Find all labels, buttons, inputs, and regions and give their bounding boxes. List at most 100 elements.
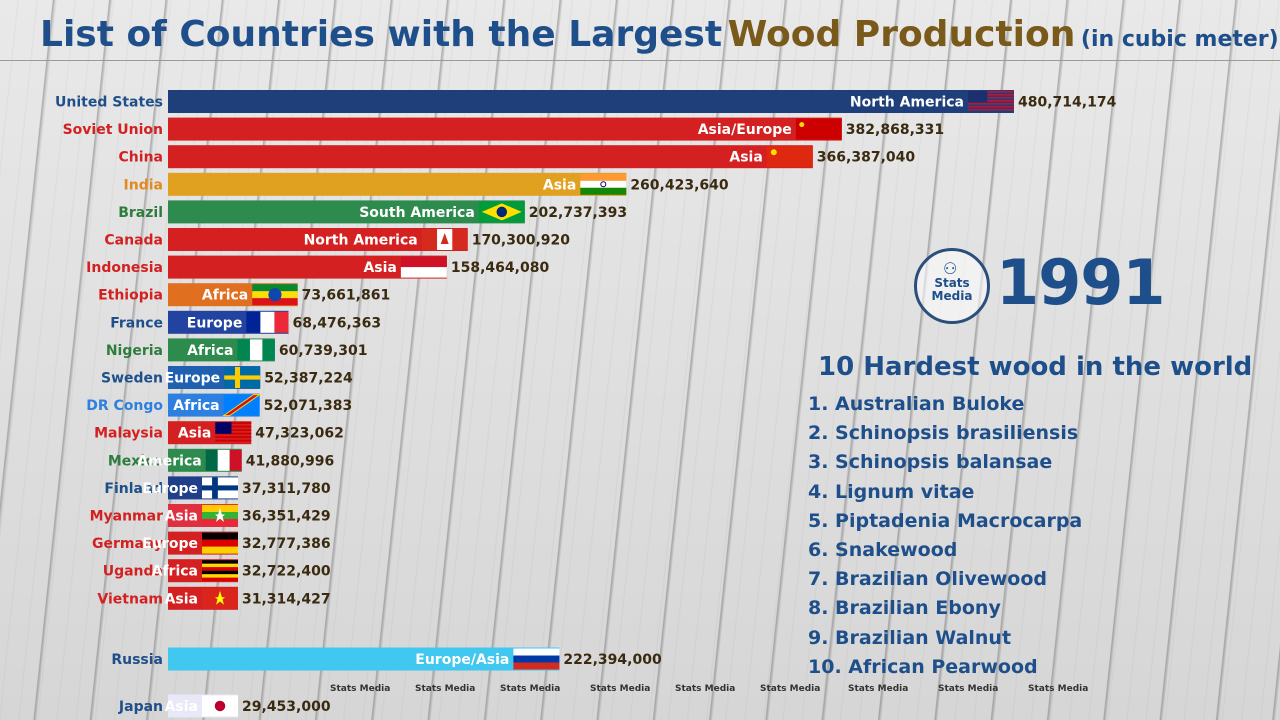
flag-part <box>496 206 508 218</box>
country-label: Vietnam <box>97 591 163 607</box>
bar-group: Sweden Europe 52,387,224 <box>101 366 353 389</box>
country-label: India <box>124 177 163 193</box>
list-item: 9. Brazilian Walnut <box>808 626 1012 649</box>
value-label: 29,453,000 <box>242 699 331 715</box>
region-label: North America <box>304 233 418 249</box>
bar-group: France Europe 68,476,363 <box>110 310 382 334</box>
flag-part <box>215 439 252 442</box>
value-label: 52,071,383 <box>264 398 353 414</box>
region-label: America <box>137 453 201 469</box>
flag-part <box>202 546 238 554</box>
watermark-text: Stats Media <box>415 684 476 694</box>
flag-part <box>400 256 447 268</box>
country-label: Canada <box>104 233 163 249</box>
bar-group: MexicoAmerica 41,880,996 <box>108 448 335 472</box>
region-label: South America <box>359 205 475 221</box>
country-label: Soviet Union <box>63 122 163 138</box>
value-label: 202,737,393 <box>529 205 627 221</box>
country-label: Ethiopia <box>98 288 163 304</box>
bar-group: Indonesia Asia 158,464,080 <box>86 255 549 279</box>
flag-part <box>202 574 238 578</box>
bar-group: Myanmar Asia 36,351,429 <box>90 504 331 527</box>
flag-part <box>274 311 289 333</box>
list-item: 1. Australian Buloke <box>808 393 1025 415</box>
region-label: Asia <box>729 150 762 166</box>
watermark-text: Stats Media <box>500 684 561 694</box>
country-label: Japan <box>118 699 163 715</box>
watermark-text: Stats Media <box>590 684 651 694</box>
bar-group: Malaysia Asia 47,323,062 <box>94 421 344 445</box>
region-label: Africa <box>202 288 248 304</box>
watermark-text: Stats Media <box>675 684 736 694</box>
bar-group: Vietnam Asia 31,314,427 <box>97 586 331 610</box>
bar <box>168 145 813 169</box>
flag-part <box>968 91 988 103</box>
region-label: Africa <box>187 343 233 359</box>
flag-part <box>202 570 238 575</box>
flag-part <box>580 187 627 195</box>
flag-part <box>968 103 1014 105</box>
flag-part <box>452 229 468 250</box>
value-label: 32,777,386 <box>242 536 331 552</box>
region-label: Africa <box>152 564 198 580</box>
region-label: Europe <box>142 536 198 552</box>
flag-part <box>215 436 252 438</box>
value-label: 170,300,920 <box>472 233 571 249</box>
region-label: Europe <box>165 371 221 387</box>
value-label: 382,868,331 <box>846 122 944 138</box>
region-label: Asia/Europe <box>698 122 792 138</box>
list-item: 2. Schinopsis brasiliensis <box>808 422 1079 445</box>
region-label: Europe <box>142 481 198 497</box>
hardest-woods-title: 10 Hardest wood in the world <box>818 352 1253 382</box>
flag-part <box>202 563 238 568</box>
watermark-text: Stats Media <box>1028 684 1089 694</box>
bar-group: United States North America 480,714,174 <box>55 90 1117 113</box>
flag-part <box>421 229 438 250</box>
country-label: DR Congo <box>86 398 163 414</box>
country-label: Malaysia <box>94 426 163 442</box>
value-label: 52,387,224 <box>264 371 353 387</box>
value-label: 73,661,861 <box>302 288 391 304</box>
flag-part <box>249 339 263 361</box>
flag-part <box>262 339 275 361</box>
country-label: China <box>119 150 163 166</box>
bar-group: Japan Asia 29,453,000 <box>118 694 331 718</box>
region-label: Europe/Asia <box>415 652 509 668</box>
flag-part <box>202 560 238 564</box>
watermark-text: Stats Media <box>848 684 909 694</box>
bar-group: China Asia 366,387,040 <box>119 145 916 169</box>
stats-media-logo: ⚇ Stats Media <box>914 248 990 324</box>
region-label: Asia <box>363 260 396 276</box>
list-item: 7. Brazilian Olivewood <box>808 568 1047 591</box>
country-label: Brazil <box>118 205 163 221</box>
flag-part <box>968 109 1014 111</box>
watermark-text: Stats Media <box>330 684 391 694</box>
value-label: 222,394,000 <box>563 652 662 668</box>
bar-group: Ethiopia Africa 73,661,861 <box>98 283 391 307</box>
bar-group: GermanyEurope 32,777,386 <box>92 531 331 555</box>
year-label: 1991 <box>996 246 1166 319</box>
region-label: Asia <box>165 509 198 525</box>
watermark-text: Stats Media <box>938 684 999 694</box>
region-label: Europe <box>187 315 243 331</box>
flag-part <box>400 267 447 278</box>
country-label: Sweden <box>101 371 163 387</box>
flag-part <box>214 700 226 712</box>
value-label: 366,387,040 <box>817 150 916 166</box>
value-label: 31,314,427 <box>242 591 331 607</box>
flag-part <box>234 367 241 388</box>
list-item: 6. Snakewood <box>808 538 958 561</box>
region-label: Asia <box>543 177 576 193</box>
flag-part <box>580 173 627 181</box>
value-label: 41,880,996 <box>246 453 335 469</box>
region-label: Asia <box>178 426 211 442</box>
flag-part <box>229 449 242 471</box>
value-label: 68,476,363 <box>293 315 382 331</box>
country-label: Indonesia <box>86 260 163 276</box>
value-label: 32,722,400 <box>242 564 331 580</box>
region-label: Asia <box>165 591 198 607</box>
flag-part <box>215 422 232 434</box>
bar-group: DR Congo Africa 52,071,383 <box>86 393 353 417</box>
value-label: 480,714,174 <box>1018 95 1117 111</box>
bar-group: India Asia 260,423,640 <box>124 172 729 196</box>
